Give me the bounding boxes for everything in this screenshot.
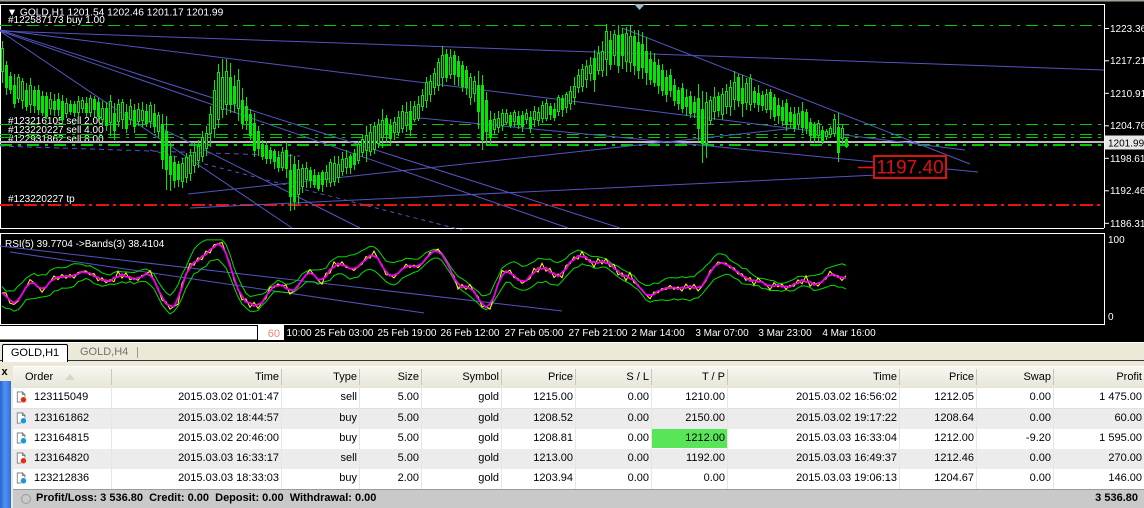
svg-text:1192.46: 1192.46 (1110, 186, 1144, 197)
svg-text:0: 0 (1108, 312, 1114, 323)
svg-text:RSI(5) 39.7704 ->Bands(3) 38.: RSI(5) 39.7704 ->Bands(3) 38.4104 (5, 239, 165, 250)
svg-text:27 Feb 21:00: 27 Feb 21:00 (569, 328, 628, 339)
svg-text:1217.21: 1217.21 (1110, 56, 1144, 67)
svg-text:27 Feb 05:00: 27 Feb 05:00 (505, 328, 564, 339)
svg-text:25 Feb 19:00: 25 Feb 19:00 (378, 328, 437, 339)
svg-text:#123220227 tp: #123220227 tp (8, 194, 75, 205)
svg-text:2 Mar 14:00: 2 Mar 14:00 (631, 328, 685, 339)
svg-text:25 Feb 03:00: 25 Feb 03:00 (315, 328, 374, 339)
svg-text:10:00: 10:00 (286, 328, 311, 339)
svg-text:1210.91: 1210.91 (1110, 89, 1144, 100)
svg-text:4 Mar 16:00: 4 Mar 16:00 (822, 328, 876, 339)
svg-text:1198.61: 1198.61 (1110, 154, 1144, 165)
svg-text:3 Mar 23:00: 3 Mar 23:00 (758, 328, 812, 339)
svg-text:#122931862 sell 8.00: #122931862 sell 8.00 (8, 134, 104, 145)
svg-text:1197.40: 1197.40 (876, 158, 943, 179)
svg-text:26 Feb 12:00: 26 Feb 12:00 (441, 328, 500, 339)
svg-text:1201.99: 1201.99 (1108, 139, 1144, 150)
svg-text:▼ GOLD,H1 1201.54 1202.46 120: ▼ GOLD,H1 1201.54 1202.46 1201.17 1201.9… (7, 8, 224, 19)
svg-text:60: 60 (268, 328, 280, 340)
svg-text:100: 100 (1108, 235, 1125, 246)
svg-text:1186.31: 1186.31 (1110, 219, 1144, 230)
svg-text:1223.36: 1223.36 (1110, 24, 1144, 35)
svg-text:1204.76: 1204.76 (1110, 121, 1144, 132)
svg-text:3 Mar 07:00: 3 Mar 07:00 (695, 328, 749, 339)
